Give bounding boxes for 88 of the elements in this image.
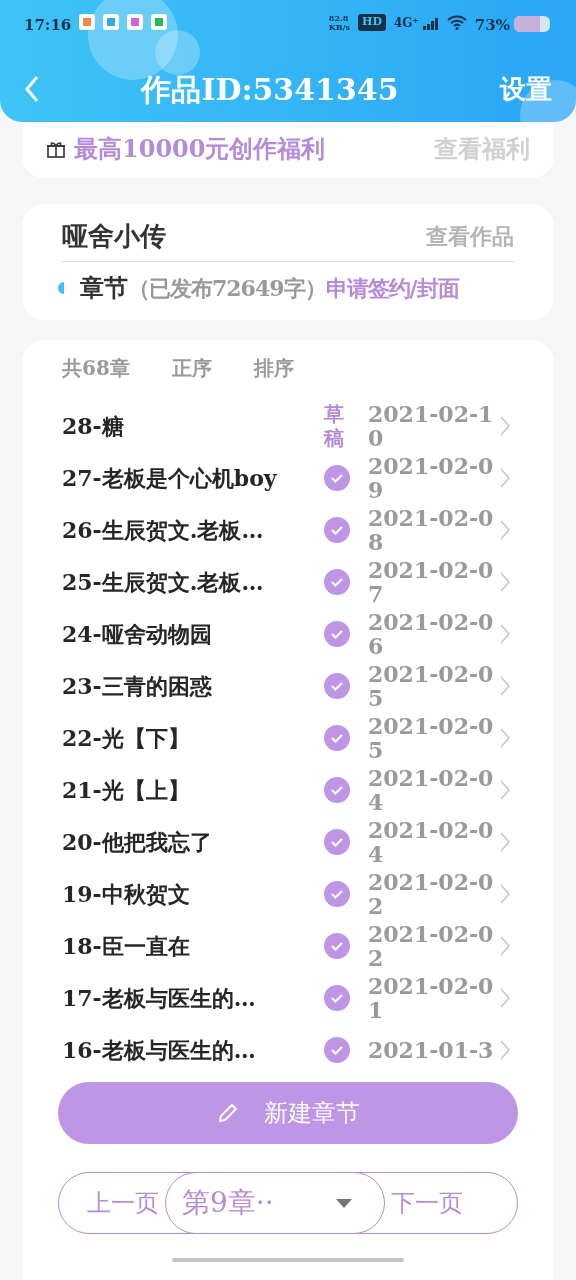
chapter-date: 2021-02-05 [368, 662, 495, 710]
app-icon [127, 14, 144, 30]
network-speed: 82.8 KB/s [328, 14, 350, 32]
chapter-title: 16-老板与医生的… [62, 1035, 257, 1065]
back-icon[interactable] [24, 75, 40, 103]
chapter-row[interactable]: 24-哑舍动物园 2021-02-06 [62, 608, 514, 660]
chapter-title: 27-老板是个心机boy [62, 463, 278, 493]
chevron-right-icon [500, 624, 510, 644]
chapter-row[interactable]: 17-老板与医生的… 2021-02-01 [62, 972, 514, 1024]
chapter-date: 2021-02-09 [368, 454, 495, 502]
chevron-right-icon [500, 1040, 510, 1060]
chevron-right-icon [500, 468, 510, 488]
check-icon [324, 725, 350, 751]
chapter-title: 25-生辰贺文.老板… [62, 567, 265, 597]
chapter-row[interactable]: 16-老板与医生的… 2021-01-3 [62, 1024, 514, 1076]
chapter-date: 2021-02-02 [368, 922, 495, 970]
accent-marker [58, 282, 64, 294]
signal-icon [422, 18, 439, 30]
benefit-text: 最高10000元创作福利 [74, 133, 327, 165]
page-title: 作品ID:5341345 [141, 70, 399, 109]
section-label: 章节 [80, 272, 128, 304]
chapter-date: 2021-02-10 [368, 402, 495, 450]
chevron-right-icon [500, 728, 510, 748]
chapter-date: 2021-02-06 [368, 610, 495, 658]
app-icon [79, 14, 96, 30]
check-icon [324, 985, 350, 1011]
chapter-title: 23-三青的困惑 [62, 671, 213, 701]
chapter-row[interactable]: 19-中秋贺文 2021-02-02 [62, 868, 514, 920]
gift-icon [46, 139, 66, 159]
chevron-right-icon [500, 676, 510, 696]
chapter-row[interactable]: 26-生辰贺文.老板… 2021-02-08 [62, 504, 514, 556]
chapter-row[interactable]: 18-臣一直在 2021-02-02 [62, 920, 514, 972]
chapter-count: 共68章 [62, 355, 130, 382]
chevron-right-icon [500, 832, 510, 852]
check-icon [324, 621, 350, 647]
chapter-title: 28-糖 [62, 411, 125, 441]
chapter-title: 22-光【下】 [62, 723, 191, 753]
chapter-date: 2021-02-02 [368, 870, 495, 918]
chevron-right-icon [500, 988, 510, 1008]
chapter-title: 24-哑舍动物园 [62, 619, 213, 649]
network-label: 4G⁺ [393, 15, 419, 32]
chapter-date: 2021-02-04 [368, 818, 495, 866]
battery-percent: 73% [474, 15, 510, 36]
word-count: （已发布72649字） [128, 273, 326, 303]
check-icon [324, 881, 350, 907]
chapter-row[interactable]: 23-三青的困惑 2021-02-05 [62, 660, 514, 712]
chevron-right-icon [500, 780, 510, 800]
chapter-row[interactable]: 20-他把我忘了 2021-02-04 [62, 816, 514, 868]
check-icon [324, 465, 350, 491]
chapter-title: 26-生辰贺文.老板… [62, 515, 265, 545]
check-icon [324, 1037, 350, 1063]
chevron-right-icon [500, 884, 510, 904]
chapter-row[interactable]: 22-光【下】 2021-02-05 [62, 712, 514, 764]
pencil-icon [216, 1101, 240, 1125]
chapter-date: 2021-02-08 [368, 506, 495, 554]
chapter-date: 2021-02-05 [368, 714, 495, 762]
chevron-right-icon [500, 520, 510, 540]
chevron-right-icon [500, 416, 510, 436]
chapter-date: 2021-02-01 [368, 974, 495, 1022]
chapter-title: 19-中秋贺文 [62, 879, 191, 909]
chapter-title: 21-光【上】 [62, 775, 191, 805]
chapter-title: 17-老板与医生的… [62, 983, 257, 1013]
chapter-date: 2021-02-04 [368, 766, 495, 814]
hd-badge: HD [358, 14, 386, 31]
chapter-row[interactable]: 27-老板是个心机boy 2021-02-09 [62, 452, 514, 504]
chevron-right-icon [500, 936, 510, 956]
check-icon [324, 777, 350, 803]
check-icon [324, 517, 350, 543]
app-icon [151, 14, 168, 30]
check-icon [324, 933, 350, 959]
chapter-row[interactable]: 28-糖 草稿 2021-02-10 [62, 400, 514, 452]
chevron-right-icon [500, 572, 510, 592]
chapter-row[interactable]: 25-生辰贺文.老板… 2021-02-07 [62, 556, 514, 608]
chapter-date: 2021-01-3 [368, 1038, 495, 1062]
check-icon [324, 829, 350, 855]
chapter-row[interactable]: 21-光【上】 2021-02-04 [62, 764, 514, 816]
chapter-title: 20-他把我忘了 [62, 827, 213, 857]
app-icon [103, 14, 120, 30]
status-time: 17:16 [24, 15, 72, 36]
battery-icon [514, 16, 550, 32]
wifi-icon [446, 14, 467, 30]
chapter-date: 2021-02-07 [368, 558, 495, 606]
dropdown-icon [336, 1198, 352, 1208]
draft-label: 草稿 [324, 402, 345, 450]
work-title: 哑舍小传 [62, 220, 166, 253]
check-icon [324, 569, 350, 595]
check-icon [324, 673, 350, 699]
chapter-title: 18-臣一直在 [62, 931, 191, 961]
